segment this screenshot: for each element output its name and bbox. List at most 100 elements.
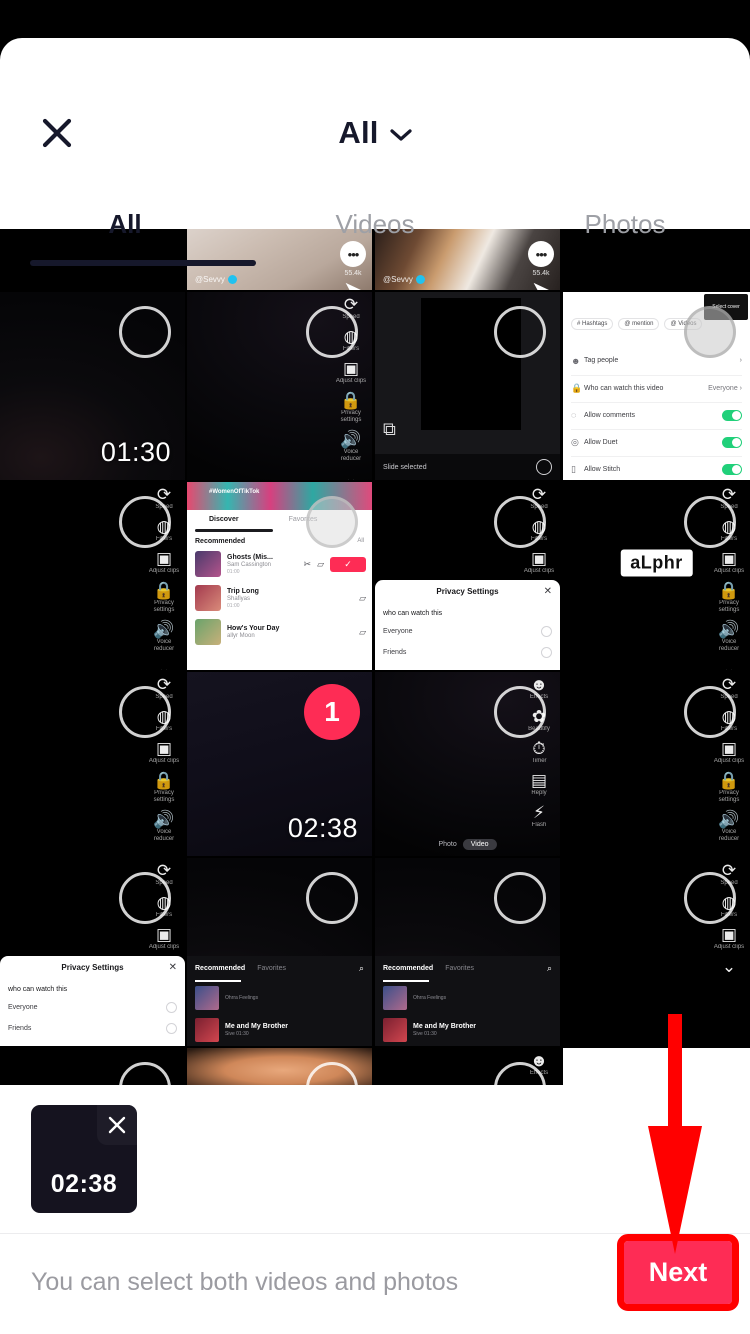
radio-icon[interactable] xyxy=(166,1022,177,1034)
voice-icon: 🔊 xyxy=(718,620,740,639)
adjust-clips-icon: ▣ xyxy=(155,739,173,758)
album-art xyxy=(195,1017,219,1042)
select-circle[interactable] xyxy=(494,496,546,548)
list-item[interactable]: Ohrra Feelings xyxy=(375,982,560,1014)
select-circle[interactable] xyxy=(119,306,171,358)
radio-icon[interactable] xyxy=(541,646,552,658)
sound-item[interactable]: How's Your Day allyr Moon ▱ xyxy=(195,616,366,648)
close-icon[interactable]: ✕ xyxy=(169,962,177,973)
grid-cell[interactable] xyxy=(187,1048,372,1085)
select-circle[interactable] xyxy=(306,496,358,548)
screen-root: ••• 55.4k ➤ @Sevvy ••• 55.4k ➤ @Sevvy xyxy=(0,0,750,1334)
privacy-label: who can watch this xyxy=(383,609,443,617)
comment-icon: ◌ xyxy=(571,410,577,420)
chevron-down-icon xyxy=(390,129,412,141)
select-circle[interactable] xyxy=(119,496,171,548)
recommended-card: Recommended Favorites ⌕ Ohrra Feelings M… xyxy=(187,955,372,1046)
radio-icon[interactable] xyxy=(166,1001,177,1013)
privacy-option[interactable]: Friends xyxy=(375,642,560,663)
media-grid[interactable]: ••• 55.4k ➤ @Sevvy ••• 55.4k ➤ @Sevvy xyxy=(0,229,750,1085)
sound-item[interactable]: Trip Long Shafiyas 01:00 ▱ xyxy=(195,582,366,614)
feed-count: 55.4k xyxy=(344,270,362,277)
grid-cell[interactable]: 01:30 xyxy=(0,292,185,480)
grid-cell[interactable]: ⟳ Speed ◍ Filters ▣ Adjust clips 🔒 Privacy s… xyxy=(0,482,185,670)
privacy-option[interactable]: Friends xyxy=(0,1018,185,1039)
person-icon: ☻ xyxy=(571,355,581,366)
clip-icon: ⧉ xyxy=(383,419,396,439)
select-circle[interactable] xyxy=(119,686,171,738)
duration-label: 02:38 xyxy=(287,813,358,843)
tab-photos[interactable]: Photos xyxy=(500,188,750,267)
grid-cell[interactable]: ⟳ Speed ◍ Filters ▣ Adjust clips Privacy Se… xyxy=(0,858,185,1046)
timer-icon: ⏱ xyxy=(532,739,546,758)
chevron-down-icon: ⌄ xyxy=(343,469,359,481)
album-art xyxy=(195,985,219,1010)
select-circle[interactable] xyxy=(684,686,736,738)
grid-cell[interactable]: ☻ Effects xyxy=(375,1048,560,1085)
select-circle[interactable] xyxy=(494,306,546,358)
grid-cell[interactable]: ⟳ Speed ◍ Filters ▣ Adjust clips 🔒 Privacy s… xyxy=(563,672,750,856)
select-circle[interactable] xyxy=(119,872,171,924)
select-circle[interactable] xyxy=(494,872,546,924)
select-circle[interactable] xyxy=(684,306,736,358)
recommended-card: Recommended Favorites ⌕ Ohrra Feelings M… xyxy=(375,955,560,1046)
select-circle[interactable] xyxy=(306,306,358,358)
select-circle[interactable] xyxy=(684,872,736,924)
grid-cell[interactable]: ☻ Effects ✿ Beautify ⏱ Timer ▤ Reply ⚡ Flash … xyxy=(375,672,560,856)
search-icon[interactable]: ⌕ xyxy=(547,963,552,974)
adjust-clips-icon: ▣ xyxy=(342,359,360,378)
chevron-down-icon: ⌄ xyxy=(156,659,172,671)
radio-icon[interactable] xyxy=(541,625,552,637)
verified-icon xyxy=(227,275,237,284)
grid-cell[interactable]: Select cover # Hashtags @ mention @ Vide… xyxy=(563,292,750,480)
toggle-allow-comments[interactable] xyxy=(722,409,742,421)
voice-icon: 🔊 xyxy=(153,810,175,829)
grid-cell[interactable]: Recommended Favorites ⌕ Ohrra Feelings M… xyxy=(187,858,372,1046)
scissors-icon[interactable]: ✂ xyxy=(304,559,312,570)
down-arrow-annotation xyxy=(648,1014,702,1254)
remove-selection-button[interactable] xyxy=(97,1105,137,1145)
toggle-allow-stitch[interactable] xyxy=(722,463,742,475)
selected-thumbnail[interactable]: 02:38 xyxy=(31,1105,137,1213)
grid-cell[interactable]: #WomenOfTikTok Discover Favorites Recomm… xyxy=(187,482,372,670)
grid-cell[interactable]: ⧉ Slide selected xyxy=(375,292,560,480)
privacy-card: Privacy Settings ✕ who can watch this Ev… xyxy=(0,955,185,1046)
album-filter-label: All xyxy=(338,115,379,150)
tab-all[interactable]: All xyxy=(0,188,250,267)
list-item[interactable]: Ohrra Feelings xyxy=(187,982,372,1014)
select-circle[interactable] xyxy=(684,496,736,548)
sounds-section-all[interactable]: All xyxy=(357,538,364,544)
search-icon[interactable]: ⌕ xyxy=(359,963,364,974)
grid-cell[interactable]: aLphr ⟳ Speed ◍ Filters ▣ Adjust clips 🔒 Pri… xyxy=(563,482,750,670)
list-item[interactable]: Me and My Brother Sive 01:30 xyxy=(187,1014,372,1046)
toggle-allow-duet[interactable] xyxy=(722,436,742,448)
bookmark-icon[interactable]: ▱ xyxy=(359,593,366,604)
selected-duration: 02:38 xyxy=(50,1170,118,1198)
feed-count: 55.4k xyxy=(532,270,550,277)
grid-cell selected[interactable]: 1 02:38 xyxy=(187,672,372,856)
bookmark-icon[interactable]: ▱ xyxy=(317,559,324,570)
photo-video-toggle[interactable]: Photo Video xyxy=(438,839,497,850)
grid-cell[interactable] xyxy=(0,1048,185,1085)
privacy-option[interactable]: Everyone xyxy=(375,621,560,642)
privacy-option[interactable]: Everyone xyxy=(0,997,185,1018)
tab-videos[interactable]: Videos xyxy=(250,188,500,267)
select-circle[interactable] xyxy=(306,872,358,924)
grid-cell[interactable]: ⟳ Speed ◍ Filters ▣ Adjust clips Privacy Se… xyxy=(375,482,560,670)
privacy-lock-icon: 🔒 xyxy=(153,581,175,600)
duration-label: 01:30 xyxy=(100,437,171,467)
feed-handle: @Sevvy xyxy=(383,275,425,284)
album-filter-dropdown[interactable]: All xyxy=(0,110,750,156)
use-sound-button[interactable]: ✓ xyxy=(330,556,366,572)
privacy-lock-icon: 🔒 xyxy=(718,771,740,790)
selection-badge[interactable]: 1 xyxy=(304,684,360,740)
duet-icon: ◎ xyxy=(571,436,579,447)
grid-cell[interactable]: ⟳ Speed ◍ Filters ▣ Adjust clips 🔒 Privacy s… xyxy=(187,292,372,480)
sound-item[interactable]: Ghosts (Mis... Sam Cassington 01:00 ✂ ▱ … xyxy=(195,548,366,580)
select-circle[interactable] xyxy=(494,686,546,738)
close-icon[interactable]: ✕ xyxy=(544,586,552,597)
list-item[interactable]: Me and My Brother Sive 01:30 xyxy=(375,1014,560,1046)
bookmark-icon[interactable]: ▱ xyxy=(359,627,366,638)
grid-cell[interactable]: ⟳ Speed ◍ Filters ▣ Adjust clips 🔒 Privacy s… xyxy=(0,672,185,856)
grid-cell[interactable]: Recommended Favorites ⌕ Ohrra Feelings M… xyxy=(375,858,560,1046)
